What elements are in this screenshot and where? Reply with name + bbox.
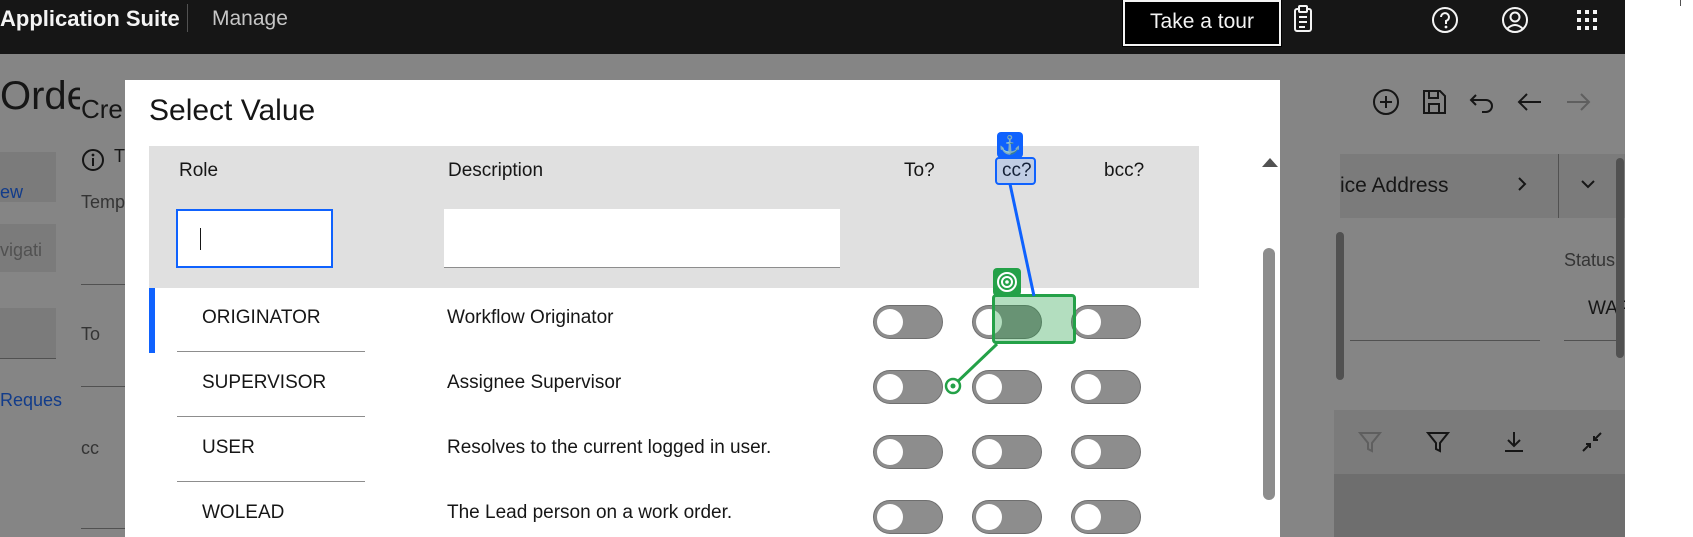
role-filter-input[interactable] xyxy=(176,209,333,268)
to-toggle[interactable] xyxy=(873,500,943,534)
description-filter-input[interactable] xyxy=(444,209,840,268)
to-toggle[interactable] xyxy=(873,305,943,339)
target-icon xyxy=(993,268,1021,296)
to-toggle[interactable] xyxy=(873,370,943,404)
bcc-toggle[interactable] xyxy=(1071,435,1141,469)
toggle-knob xyxy=(976,504,1002,530)
top-navigation-bar: Application Suite Manage Take a tour xyxy=(0,0,1625,54)
edge-mark xyxy=(1680,0,1681,6)
anchor-icon: ⚓ xyxy=(997,132,1023,158)
column-header-bcc[interactable]: bcc? xyxy=(1104,160,1144,182)
description-cell: Resolves to the current logged in user. xyxy=(447,437,772,458)
role-cell-underline xyxy=(177,416,365,417)
description-cell: Workflow Originator xyxy=(447,307,614,328)
description-cell: The Lead person on a work order. xyxy=(447,502,733,523)
cc-toggle[interactable] xyxy=(972,435,1042,469)
bcc-toggle[interactable] xyxy=(1071,305,1141,339)
scroll-up-arrow-icon[interactable] xyxy=(1262,158,1278,167)
toggle-knob xyxy=(1075,309,1101,335)
toggle-knob xyxy=(976,374,1002,400)
table-row[interactable]: WOLEAD The Lead person on a work order. xyxy=(149,483,1199,537)
role-cell[interactable]: USER xyxy=(202,437,255,459)
cc-toggle[interactable] xyxy=(972,500,1042,534)
app-switcher-icon[interactable] xyxy=(1570,4,1604,36)
topbar-divider xyxy=(187,4,188,32)
help-icon[interactable] xyxy=(1428,4,1462,36)
toggle-knob xyxy=(1075,374,1101,400)
modal-title: Select Value xyxy=(149,94,316,127)
toggle-knob xyxy=(1075,439,1101,465)
table-header: Role Description To? cc? bcc? xyxy=(149,146,1199,288)
description-cell: Assignee Supervisor xyxy=(447,372,622,393)
to-toggle[interactable] xyxy=(873,435,943,469)
take-a-tour-button[interactable]: Take a tour xyxy=(1122,0,1282,47)
select-value-modal: Select Value Role Description To? cc? bc… xyxy=(125,80,1280,537)
cc-header-highlight xyxy=(995,157,1036,185)
role-cell[interactable]: SUPERVISOR xyxy=(202,372,326,394)
table-row[interactable]: SUPERVISOR Assignee Supervisor xyxy=(149,353,1199,419)
toggle-knob xyxy=(877,309,903,335)
cc-toggle[interactable] xyxy=(972,370,1042,404)
role-cell[interactable]: ORIGINATOR xyxy=(202,307,321,329)
clipboard-icon[interactable] xyxy=(1286,4,1320,36)
column-header-role[interactable]: Role xyxy=(179,160,218,182)
toggle-knob xyxy=(877,504,903,530)
text-cursor xyxy=(200,228,201,250)
toggle-knob xyxy=(976,439,1002,465)
modal-scrollbar-thumb[interactable] xyxy=(1263,248,1275,500)
row-selected-indicator xyxy=(149,288,155,353)
bcc-toggle[interactable] xyxy=(1071,500,1141,534)
user-avatar-icon[interactable] xyxy=(1498,4,1532,36)
role-cell-underline xyxy=(177,481,365,482)
column-header-to[interactable]: To? xyxy=(904,160,935,182)
column-header-description[interactable]: Description xyxy=(448,160,543,182)
role-cell-underline xyxy=(177,351,365,352)
page-right-strip xyxy=(1625,0,1693,537)
bcc-toggle[interactable] xyxy=(1071,370,1141,404)
toggle-knob xyxy=(877,374,903,400)
target-highlight-box xyxy=(992,294,1076,344)
app-title[interactable]: Application Suite xyxy=(0,0,180,38)
toggle-knob xyxy=(1075,504,1101,530)
manage-link[interactable]: Manage xyxy=(212,0,288,38)
role-cell[interactable]: WOLEAD xyxy=(202,502,284,524)
toggle-knob xyxy=(877,439,903,465)
table-row[interactable]: USER Resolves to the current logged in u… xyxy=(149,418,1199,484)
